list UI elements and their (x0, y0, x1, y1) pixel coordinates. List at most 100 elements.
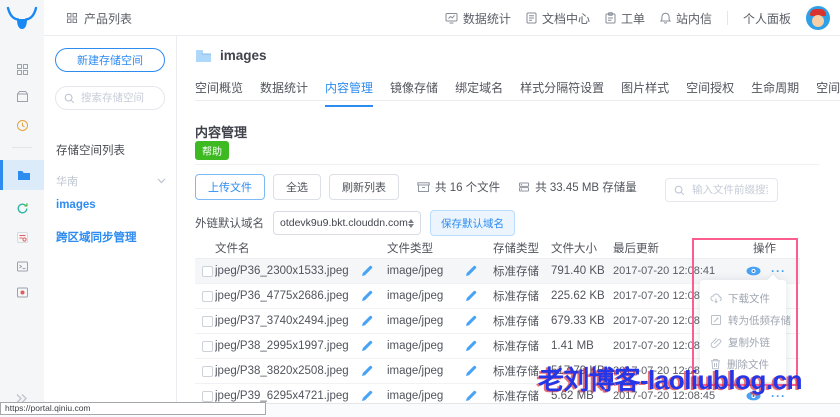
region-select[interactable]: 华南 (56, 173, 166, 189)
column-header: 文件名 (215, 243, 250, 255)
tab-7[interactable]: 图片样式 (621, 79, 669, 107)
bucket-tabs: 空间概览 数据统计 内容管理 镜像存储 绑定域名 样式分隔符设置 图片样式 空间授权 生命周期空… (195, 79, 840, 107)
topbar-nav-item[interactable]: 数据统计 (445, 10, 511, 27)
qiniu-portal-page: 产品列表 数据统计 文档中心 工单 站内信 个人面板 新建存储空间 搜索存储空间… (0, 0, 840, 417)
file-toolbar: 上传文件 全选 刷新列表 共 16 个文件 共 33.45 MB 存储量 (195, 174, 637, 200)
mail-icon (659, 12, 671, 24)
row-checkbox[interactable] (202, 315, 213, 327)
rail-item-deploy-icon[interactable] (0, 82, 44, 110)
tab-8[interactable]: 空间授权 (686, 79, 734, 107)
rename-icon[interactable] (361, 315, 387, 327)
row-checkbox[interactable] (202, 265, 213, 277)
clock-icon (16, 119, 29, 132)
tab-3[interactable]: 内容管理 (325, 79, 374, 107)
file-name-cell: jpeg/P37_3740x2494.jpeg (215, 315, 349, 327)
rail-item-sync-icon[interactable] (0, 194, 44, 222)
file-size-cell: 1.41 MB (551, 340, 594, 352)
bucket-header: images (195, 48, 267, 63)
row-checkbox[interactable] (202, 340, 213, 352)
storage-type-cell: 标准存储 (493, 316, 539, 328)
ticket-icon (605, 12, 616, 24)
file-prefix-search-input[interactable] (690, 183, 770, 197)
edit-type-icon[interactable] (465, 390, 493, 402)
bucket-sidebar: 新建存储空间 存储空间列表 华南 images 跨区域同步管理 (44, 36, 177, 403)
media-icon (16, 286, 29, 299)
storage-type-cell: 标准存储 (493, 291, 539, 303)
bucket-icon (195, 49, 212, 63)
tab-9[interactable]: 生命周期 (751, 79, 799, 107)
upload-file-button[interactable]: 上传文件 (195, 174, 265, 200)
icon-rail (0, 0, 44, 403)
product-list-button[interactable]: 产品列表 (66, 0, 132, 36)
select-stepper-icon (408, 218, 414, 228)
tab-1[interactable]: 空间概览 (195, 79, 243, 107)
stats-icon (445, 12, 458, 24)
file-name-cell: jpeg/P36_4775x2686.jpeg (215, 290, 349, 302)
refresh-list-button[interactable]: 刷新列表 (329, 174, 399, 200)
avatar[interactable] (806, 6, 830, 30)
rail-item-storage-icon[interactable] (0, 160, 44, 190)
sidebar-item-images[interactable]: images (56, 199, 96, 211)
row-checkbox[interactable] (202, 365, 213, 377)
bucket-search (55, 86, 165, 110)
topbar-nav-item[interactable]: 文档中心 (526, 10, 590, 27)
topbar-divider (726, 11, 728, 25)
rename-icon[interactable] (361, 265, 387, 277)
rename-icon[interactable] (361, 340, 387, 352)
rail-item-cert-icon[interactable] (0, 223, 44, 251)
edit-type-icon[interactable] (465, 365, 493, 377)
file-name-cell: jpeg/P38_2995x1997.jpeg (215, 340, 349, 352)
files-count: 共 16 个文件 (417, 179, 500, 195)
rail-item-media-icon[interactable] (0, 278, 44, 306)
tab-5[interactable]: 绑定域名 (455, 79, 503, 107)
personal-panel-label: 个人面板 (742, 11, 791, 26)
tab-2[interactable]: 数据统计 (260, 79, 308, 107)
row-checkbox[interactable] (202, 290, 213, 302)
row-checkbox[interactable] (202, 390, 213, 402)
qiniu-logo-icon[interactable] (5, 5, 39, 35)
docs-icon (526, 12, 537, 24)
domain-select[interactable]: otdevk9u9.bkt.clouddn.com (273, 211, 421, 235)
grid-icon (16, 63, 29, 76)
edit-type-icon[interactable] (465, 340, 493, 352)
archive-box-icon (417, 181, 430, 193)
file-prefix-search (665, 178, 778, 202)
tab-6[interactable]: 样式分隔符设置 (520, 79, 604, 107)
new-bucket-button[interactable]: 新建存储空间 (55, 48, 165, 72)
file-type-cell: image/jpeg (387, 365, 444, 377)
domain-label: 外链默认域名 (195, 218, 264, 230)
edit-type-icon[interactable] (465, 315, 493, 327)
section-divider (195, 164, 820, 165)
topbar-nav: 数据统计 文档中心 工单 站内信 个人面板 (445, 0, 830, 36)
select-all-button[interactable]: 全选 (273, 174, 321, 200)
column-header: 文件大小 (551, 243, 597, 255)
rail-item-terminal-icon[interactable] (0, 252, 44, 280)
rail-item-clock-icon[interactable] (0, 111, 44, 139)
edit-type-icon[interactable] (465, 290, 493, 302)
save-domain-button[interactable]: 保存默认域名 (430, 210, 515, 236)
file-name-cell: jpeg/P38_3820x2508.jpeg (215, 365, 349, 377)
file-type-cell: image/jpeg (387, 265, 444, 277)
rename-icon[interactable] (361, 290, 387, 302)
help-badge[interactable]: 帮助 (195, 141, 229, 160)
edit-type-icon[interactable] (465, 265, 493, 277)
bucket-list-title: 存储空间列表 (56, 145, 125, 157)
topbar-nav-label: 工单 (620, 11, 645, 26)
rail-item-grid-icon[interactable] (0, 55, 44, 83)
tab-10[interactable]: 空间设置 (816, 79, 840, 107)
topbar-nav-item[interactable]: 工单 (605, 10, 645, 27)
cross-region-sync-link[interactable]: 跨区域同步管理 (56, 229, 137, 245)
personal-panel-link[interactable]: 个人面板 (743, 10, 791, 27)
file-type-cell: image/jpeg (387, 315, 444, 327)
file-name-cell: jpeg/P39_6295x4721.jpeg (215, 390, 349, 402)
bucket-search-input[interactable] (79, 91, 157, 105)
topbar-nav-item[interactable]: 站内信 (659, 10, 712, 27)
column-header: 文件类型 (387, 243, 433, 255)
file-size-cell: 679.33 KB (551, 315, 605, 327)
rename-icon[interactable] (361, 390, 387, 402)
domain-select-value: otdevk9u9.bkt.clouddn.com (280, 217, 408, 229)
sync-icon (16, 202, 29, 215)
rename-icon[interactable] (361, 365, 387, 377)
terminal-icon (16, 260, 29, 273)
tab-4[interactable]: 镜像存储 (390, 79, 438, 107)
